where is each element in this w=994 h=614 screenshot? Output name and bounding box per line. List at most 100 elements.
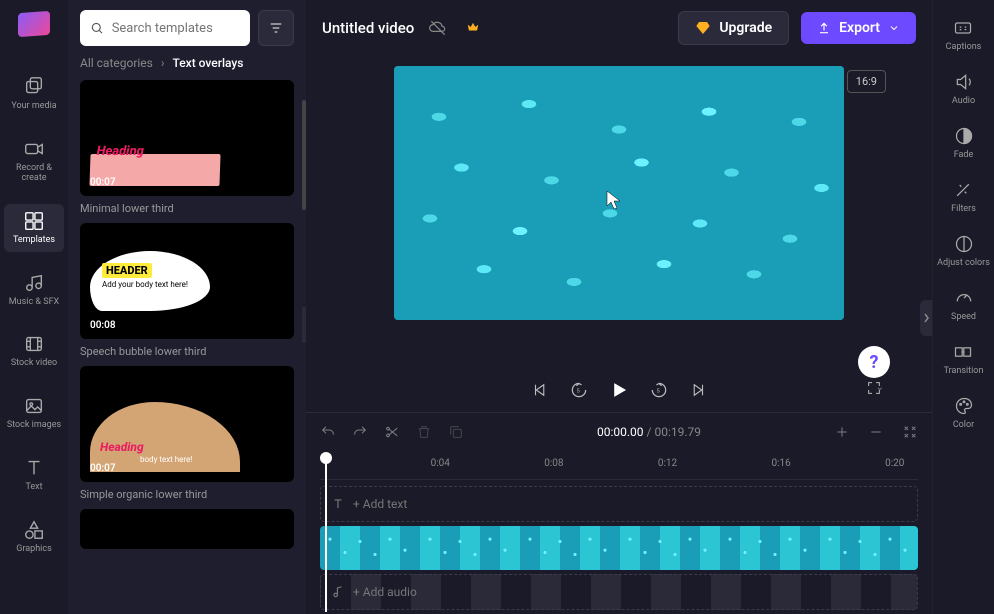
fullscreen-button[interactable] — [866, 380, 882, 400]
cloud-sync-button[interactable] — [426, 16, 450, 40]
ruler-tick: 0:20 — [885, 458, 904, 469]
nav-record-create[interactable]: Record & create — [4, 132, 64, 190]
skip-back-button[interactable] — [531, 381, 549, 399]
breadcrumb-parent[interactable]: All categories — [80, 56, 153, 70]
upload-icon — [817, 21, 831, 35]
templates-list: Heading 00:07 Minimal lower third HEADER… — [80, 80, 294, 549]
prop-color[interactable]: Color — [953, 396, 974, 430]
template-thumbnail: Heading 00:07 — [80, 80, 294, 196]
delete-button[interactable] — [416, 424, 432, 440]
nav-label: Templates — [13, 236, 55, 246]
prop-label: Transition — [944, 366, 984, 376]
transition-icon — [953, 342, 973, 362]
timecode-display: 00:00.00 / 00:19.79 — [597, 425, 701, 439]
upgrade-label: Upgrade — [719, 20, 772, 36]
video-preview-area: 16:9 ? ⌄ — [306, 56, 932, 368]
nav-templates[interactable]: Templates — [4, 204, 64, 252]
search-templates-field[interactable] — [80, 10, 250, 46]
speedometer-icon — [954, 288, 974, 308]
premium-crown-icon — [466, 19, 480, 38]
nav-graphics[interactable]: Graphics — [4, 513, 64, 561]
search-input[interactable] — [112, 21, 240, 36]
project-title[interactable]: Untitled video — [322, 19, 414, 37]
nav-text[interactable]: Text — [4, 451, 64, 499]
contrast-icon — [954, 234, 974, 254]
zoom-out-button[interactable] — [868, 424, 884, 440]
nav-label: Your media — [11, 102, 56, 112]
aspect-ratio-selector[interactable]: 16:9 — [847, 70, 886, 93]
text-icon — [331, 497, 345, 511]
undo-button[interactable] — [320, 424, 336, 440]
nav-stock-video[interactable]: Stock video — [4, 327, 64, 375]
prop-label: Audio — [952, 96, 975, 106]
sparkle-icon — [953, 180, 973, 200]
upgrade-button[interactable]: Upgrade — [678, 11, 789, 45]
template-duration: 00:07 — [90, 177, 116, 188]
rewind-5-button[interactable]: 5 — [569, 380, 589, 400]
top-toolbar: Untitled video Upgrade Export — [306, 0, 932, 56]
zoom-in-button[interactable] — [834, 424, 850, 440]
prop-label: Fade — [954, 150, 974, 160]
templates-icon — [23, 210, 45, 232]
fit-timeline-button[interactable] — [902, 424, 918, 440]
shapes-icon — [23, 519, 45, 541]
ruler-tick: 0:16 — [771, 458, 790, 469]
timeline[interactable]: 0:04 0:08 0:12 0:16 0:20 + Add text + Ad… — [306, 450, 932, 614]
export-button[interactable]: Export — [801, 12, 916, 44]
template-card[interactable] — [80, 509, 294, 549]
timeline-tracks: + Add text + Add audio — [320, 486, 918, 610]
text-track[interactable]: + Add text — [320, 486, 918, 522]
prop-fade[interactable]: Fade — [954, 126, 974, 160]
templates-side-panel: All categories › Text overlays Heading 0… — [68, 0, 306, 614]
image-icon — [23, 395, 45, 417]
nav-your-media[interactable]: Your media — [4, 70, 64, 118]
nav-label: Music & SFX — [9, 298, 59, 308]
forward-5-button[interactable]: 5 — [649, 380, 669, 400]
template-card-simple-organic[interactable]: Heading body text here! 00:07 Simple org… — [80, 366, 294, 501]
chevron-right-icon — [922, 312, 930, 324]
prop-captions[interactable]: Captions — [946, 18, 982, 52]
cloud-off-icon — [428, 18, 448, 38]
timeline-ruler[interactable]: 0:04 0:08 0:12 0:16 0:20 — [320, 450, 918, 480]
video-frame-content — [394, 66, 844, 320]
template-title: Simple organic lower third — [80, 488, 294, 501]
template-card-minimal-lower-third[interactable]: Heading 00:07 Minimal lower third — [80, 80, 294, 215]
video-clip[interactable] — [320, 526, 918, 570]
video-track[interactable] — [320, 530, 918, 566]
audio-track[interactable]: + Add audio — [320, 574, 918, 610]
template-thumbnail — [80, 509, 294, 549]
template-card-speech-bubble[interactable]: HEADER Add your body text here! 00:08 Sp… — [80, 223, 294, 358]
nav-music-sfx[interactable]: Music & SFX — [4, 266, 64, 314]
music-icon — [23, 272, 45, 294]
filter-button[interactable] — [258, 10, 294, 46]
split-button[interactable] — [384, 424, 400, 440]
skip-forward-button[interactable] — [689, 381, 707, 399]
export-label: Export — [839, 20, 880, 36]
collapse-right-panel-button[interactable] — [920, 300, 932, 336]
text-icon — [23, 457, 45, 479]
svg-text:5: 5 — [577, 389, 581, 395]
prop-filters[interactable]: Filters — [951, 180, 976, 214]
timeline-toolbar: 00:00.00 / 00:19.79 — [306, 412, 932, 450]
template-body: body text here! — [140, 455, 192, 464]
duplicate-button[interactable] — [448, 424, 464, 440]
template-title: Minimal lower third — [80, 202, 294, 215]
video-preview[interactable] — [394, 66, 844, 320]
prop-label: Color — [953, 420, 974, 430]
prop-label: Captions — [946, 42, 982, 52]
total-time: 00:19.79 — [654, 425, 701, 439]
template-thumbnail: Heading body text here! 00:07 — [80, 366, 294, 482]
nav-label: Stock video — [11, 359, 57, 369]
prop-speed[interactable]: Speed — [951, 288, 976, 322]
prop-label: Filters — [951, 204, 976, 214]
prop-transition[interactable]: Transition — [944, 342, 984, 376]
prop-adjust-colors[interactable]: Adjust colors — [937, 234, 990, 268]
left-navigation-rail: Your media Record & create Templates Mus… — [0, 0, 68, 614]
nav-label: Graphics — [16, 545, 51, 555]
chevron-right-icon: › — [161, 56, 165, 70]
captions-icon — [953, 18, 973, 38]
nav-stock-images[interactable]: Stock images — [4, 389, 64, 437]
play-button[interactable] — [609, 380, 629, 400]
redo-button[interactable] — [352, 424, 368, 440]
prop-audio[interactable]: Audio — [952, 72, 975, 106]
